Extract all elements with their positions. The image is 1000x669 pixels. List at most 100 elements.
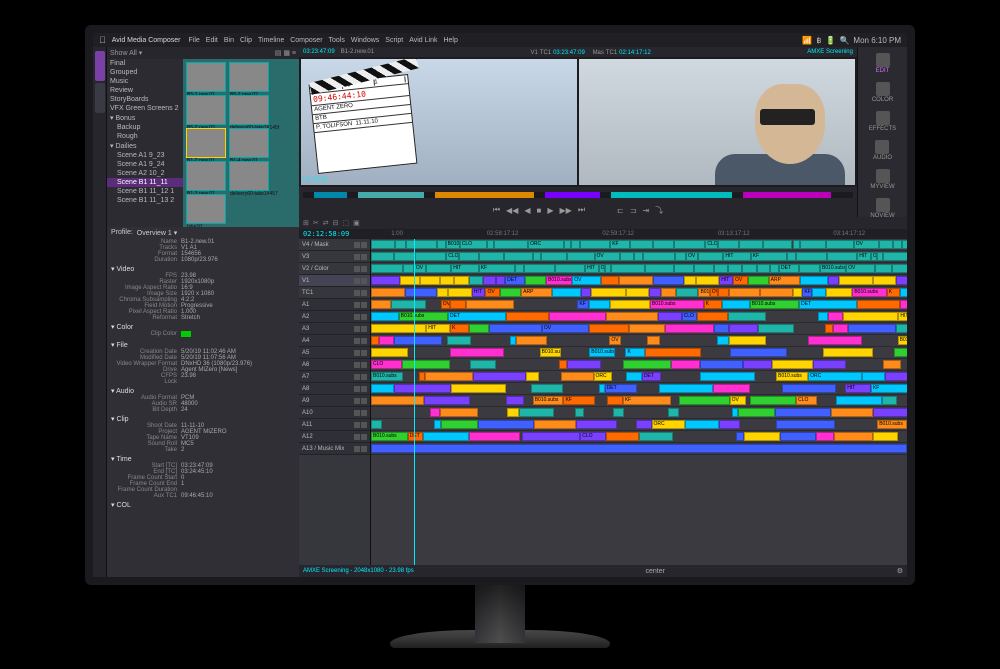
timeline-clip[interactable] bbox=[479, 252, 503, 261]
timeline-clip[interactable]: OV bbox=[441, 300, 450, 309]
timeline-clip[interactable] bbox=[567, 360, 602, 369]
timeline-clip[interactable] bbox=[668, 408, 679, 417]
timeline-clip[interactable] bbox=[739, 240, 763, 249]
timeline-clip[interactable] bbox=[424, 396, 470, 405]
timeline-clip[interactable]: CLO bbox=[460, 240, 487, 249]
timeline-clip[interactable]: HIT bbox=[845, 384, 871, 393]
metadata-group-file[interactable]: ▾ File bbox=[111, 341, 295, 349]
timeline-clip[interactable]: KF bbox=[577, 300, 589, 309]
track-row[interactable]: B010.subsORCDETB010.subsORC bbox=[371, 371, 907, 383]
menu-edit[interactable]: Edit bbox=[206, 37, 218, 44]
timeline-clip[interactable] bbox=[440, 408, 478, 417]
timeline-clip[interactable]: HIT bbox=[585, 264, 598, 273]
timeline-clip[interactable] bbox=[541, 252, 568, 261]
timeline-clip[interactable] bbox=[423, 432, 469, 441]
clip-thumb[interactable]: B5-2.new.03 bbox=[186, 95, 226, 125]
clip-thumb[interactable]: B5-1.new.01 bbox=[186, 62, 226, 92]
timeline-clip[interactable]: OV bbox=[854, 240, 879, 249]
timeline-clip[interactable] bbox=[653, 276, 685, 285]
timeline-clip[interactable]: ORC bbox=[808, 372, 862, 381]
timeline-clip[interactable]: CLO bbox=[580, 432, 606, 441]
timeline-clip[interactable] bbox=[684, 276, 696, 285]
timeline-clip[interactable] bbox=[882, 396, 897, 405]
timeline-clip[interactable]: B010.subs bbox=[650, 300, 704, 309]
record-sequence-name[interactable]: AMXE Screening bbox=[807, 49, 853, 55]
step-fwd-button[interactable]: ▶▶ bbox=[560, 206, 572, 215]
timeline-clip[interactable] bbox=[744, 432, 779, 441]
timeline-clip[interactable] bbox=[371, 264, 403, 273]
timeline-clip[interactable] bbox=[674, 264, 694, 273]
search-icon[interactable]: 🔍 bbox=[839, 36, 849, 45]
timeline-clip[interactable] bbox=[728, 312, 766, 321]
timeline-clip[interactable]: B010.subs bbox=[540, 348, 561, 357]
timeline-clip[interactable] bbox=[447, 336, 471, 345]
bin-item[interactable]: VFX Green Screens 2 bbox=[107, 104, 183, 113]
step-back-button[interactable]: ◀◀ bbox=[506, 206, 518, 215]
bin-item[interactable]: Final bbox=[107, 59, 183, 68]
timeline-clip[interactable] bbox=[515, 264, 525, 273]
timeline-clip[interactable] bbox=[659, 384, 713, 393]
mark-in-button[interactable]: ⊏ bbox=[617, 206, 624, 215]
timeline-clip[interactable] bbox=[394, 252, 415, 261]
timeline-clip[interactable] bbox=[434, 420, 441, 429]
timeline-clip[interactable] bbox=[371, 420, 382, 429]
menu-help[interactable]: Help bbox=[443, 37, 457, 44]
timeline-clip[interactable]: OV bbox=[609, 336, 620, 345]
timeline-clip[interactable] bbox=[623, 360, 670, 369]
timeline-clip[interactable] bbox=[504, 252, 534, 261]
timeline-clip[interactable] bbox=[772, 360, 813, 369]
tl-tool-3[interactable]: ⇄ bbox=[323, 219, 329, 227]
solo-icon[interactable] bbox=[361, 338, 367, 344]
timeline-clip[interactable]: DET bbox=[448, 312, 506, 321]
show-filter-dropdown[interactable]: Show All ▾ bbox=[110, 49, 142, 57]
bin-item[interactable]: Backup bbox=[107, 123, 183, 132]
timeline-clip[interactable] bbox=[469, 276, 483, 285]
track-header-A7[interactable]: A7 bbox=[299, 371, 370, 383]
solo-icon[interactable] bbox=[361, 410, 367, 416]
timeline-clip[interactable] bbox=[649, 288, 662, 297]
timeline-clip[interactable] bbox=[507, 408, 520, 417]
timeline-clip[interactable] bbox=[522, 432, 580, 441]
track-row[interactable]: HITKOV bbox=[371, 323, 907, 335]
timeline-clip[interactable] bbox=[643, 252, 675, 261]
solo-icon[interactable] bbox=[361, 302, 367, 308]
timeline-clip[interactable] bbox=[718, 288, 730, 297]
workspace-tab-color[interactable]: COLOR bbox=[872, 82, 893, 103]
insert-button[interactable]: ⤵ bbox=[655, 205, 663, 216]
bin-item[interactable]: Scene A2 10_2 bbox=[107, 169, 183, 178]
track-header-A2[interactable]: A2 bbox=[299, 311, 370, 323]
solo-icon[interactable] bbox=[361, 386, 367, 392]
timeline-clip[interactable] bbox=[873, 408, 907, 417]
timeline-clip[interactable] bbox=[402, 360, 450, 369]
timeline-clip[interactable] bbox=[634, 252, 643, 261]
metadata-group-col[interactable]: ▾ COL bbox=[111, 501, 295, 509]
timeline-clip[interactable] bbox=[450, 300, 466, 309]
mute-icon[interactable] bbox=[354, 350, 360, 356]
timeline-clip[interactable]: KF bbox=[871, 384, 907, 393]
timeline-clip[interactable] bbox=[873, 432, 898, 441]
bin-item[interactable]: Scene B1 11_13 2 bbox=[107, 196, 183, 205]
play-reverse-button[interactable]: ◀ bbox=[524, 206, 530, 215]
workspace-tab-myview[interactable]: MYVIEW bbox=[870, 169, 894, 190]
timeline-clip[interactable] bbox=[626, 372, 642, 381]
timeline-clip[interactable]: OV bbox=[542, 324, 589, 333]
bin-item[interactable]: Rough bbox=[107, 132, 183, 141]
mute-icon[interactable] bbox=[354, 338, 360, 344]
timeline-clip[interactable] bbox=[426, 264, 451, 273]
timeline-clip[interactable] bbox=[826, 240, 853, 249]
track-header-A10[interactable]: A10 bbox=[299, 407, 370, 419]
track-header-A5[interactable]: A5 bbox=[299, 347, 370, 359]
timeline-ruler[interactable]: 02:12:58:09 1:00 02:58:17:12 02:59:17:12… bbox=[299, 229, 907, 239]
timeline-clip[interactable] bbox=[738, 408, 774, 417]
timeline-clip[interactable] bbox=[478, 420, 534, 429]
metadata-group-clip[interactable]: ▾ Clip bbox=[111, 415, 295, 423]
track-row[interactable]: OVHITKFHITORCDETB010.subsOV bbox=[371, 263, 907, 275]
timeline-clip[interactable] bbox=[700, 372, 755, 381]
solo-icon[interactable] bbox=[361, 278, 367, 284]
timeline-clip[interactable] bbox=[549, 312, 606, 321]
timeline-clip[interactable]: OV bbox=[414, 264, 426, 273]
workspace-tab-audio[interactable]: AUDIO bbox=[873, 140, 892, 161]
timeline-clip[interactable] bbox=[437, 240, 446, 249]
workspace-tab-noview[interactable]: NOVIEW bbox=[870, 198, 894, 219]
timeline-clip[interactable] bbox=[736, 432, 744, 441]
